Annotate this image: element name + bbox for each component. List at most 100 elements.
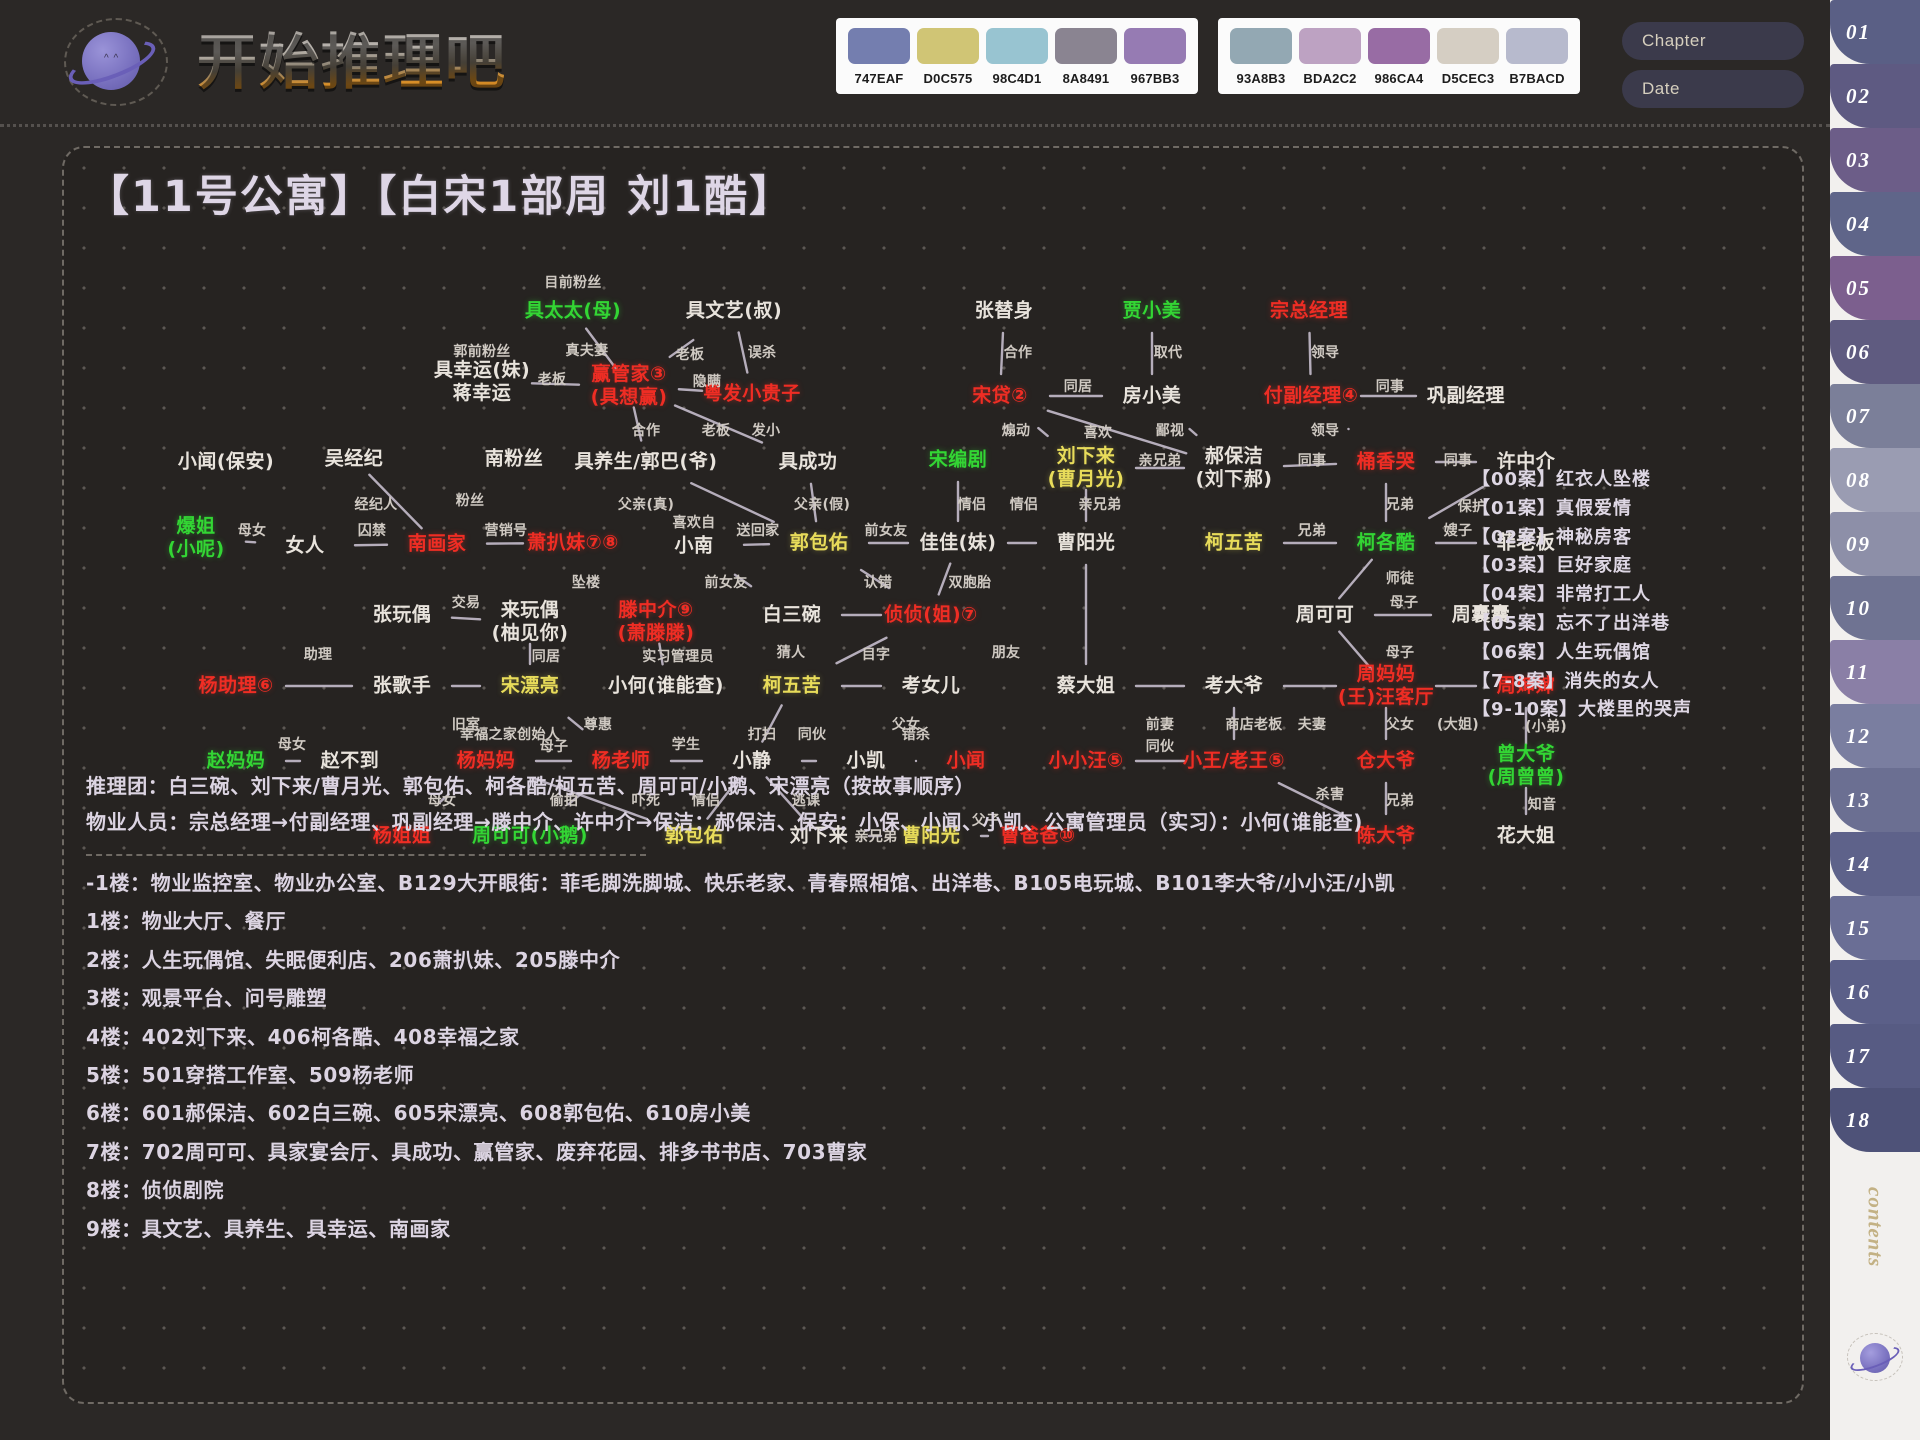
sidebar-tab-03[interactable]: 03	[1830, 128, 1920, 192]
graph-node[interactable]: 房小美	[1123, 384, 1182, 407]
graph-node[interactable]: 具文艺(叔)	[686, 299, 782, 322]
graph-node[interactable]: 柯五苦	[1205, 531, 1264, 554]
graph-node[interactable]: 曹阳光	[1057, 531, 1116, 554]
graph-node-label: 仓大爷	[1356, 749, 1416, 772]
graph-edge-label: 领导	[1310, 345, 1340, 361]
color-swatch[interactable]: 8A8491	[1055, 28, 1117, 86]
sidebar-tab-06[interactable]: 06	[1830, 320, 1920, 384]
graph-node[interactable]: 小闻(保安)	[178, 450, 274, 473]
graph-node[interactable]: 白三碗	[763, 603, 822, 626]
graph-edge-label: 父女	[1385, 717, 1415, 733]
color-swatch[interactable]: D5CEC3	[1437, 28, 1499, 86]
graph-node[interactable]: 具养生/郭巴(爷)	[575, 450, 718, 473]
graph-node-label: 具太太(母)	[524, 299, 622, 322]
graph-node[interactable]: 宗总经理	[1270, 299, 1348, 322]
graph-node[interactable]: 考女儿	[902, 674, 961, 697]
graph-node[interactable]: 滕中介⑨ (萧滕滕)	[618, 599, 695, 645]
graph-edge-label: 营销号	[484, 523, 528, 539]
graph-node[interactable]: 贾小美	[1123, 299, 1182, 322]
sidebar-tab-18[interactable]: 18	[1830, 1088, 1920, 1152]
graph-node-label: 刘下来	[1056, 444, 1116, 467]
sidebar-tab-16[interactable]: 16	[1830, 960, 1920, 1024]
graph-node[interactable]: 宋贷②	[972, 384, 1028, 407]
graph-node[interactable]: 蔡大姐	[1057, 674, 1116, 697]
graph-node[interactable]: 佳佳(妹)	[920, 531, 997, 554]
graph-node[interactable]: 柯各酷	[1357, 531, 1416, 554]
graph-node[interactable]: 萧扒妹⑦⑧	[527, 531, 619, 554]
sidebar-contents-tab[interactable]: contents	[1830, 1152, 1920, 1302]
graph-edge-label: 尊惠	[583, 717, 613, 733]
sidebar-tab-02[interactable]: 02	[1830, 64, 1920, 128]
chapter-field[interactable]: Chapter	[1622, 22, 1804, 60]
graph-node[interactable]: 周可可	[1296, 603, 1355, 626]
sidebar-tab-07[interactable]: 07	[1830, 384, 1920, 448]
team-notes: 推理团：白三碗、刘下来/曹月光、郭包佑、柯各酷/柯五苦、周可可/小鹅、宋漂亮（按…	[86, 768, 1363, 840]
graph-node[interactable]: 女人	[285, 534, 324, 557]
graph-node[interactable]: 小何(谁能查)	[608, 674, 724, 697]
sidebar-tab-01[interactable]: 01	[1830, 0, 1920, 64]
graph-node[interactable]: 柯五苦	[763, 674, 822, 697]
graph-edge-label: 发小	[751, 423, 781, 439]
sidebar-tab-05[interactable]: 05	[1830, 256, 1920, 320]
graph-node-label: 侦侦(姐)⑦	[884, 603, 978, 626]
graph-node-label: 蔡大姐	[1056, 674, 1116, 697]
graph-node[interactable]: 宋漂亮	[501, 674, 560, 697]
sidebar-tab-08[interactable]: 08	[1830, 448, 1920, 512]
graph-node[interactable]: 付副经理④	[1264, 384, 1359, 407]
graph-node[interactable]: 刘下来 (曹月光)	[1048, 445, 1125, 491]
graph-node[interactable]: 赢管家③ (具想赢)	[591, 363, 668, 409]
sidebar-tab-09[interactable]: 09	[1830, 512, 1920, 576]
color-swatch[interactable]: BDA2C2	[1299, 28, 1361, 86]
graph-node[interactable]: 张玩偶	[373, 603, 432, 626]
graph-node[interactable]: 吴经纪	[325, 447, 384, 470]
color-swatch[interactable]: 747EAF	[848, 28, 910, 86]
graph-node[interactable]: 郝保洁 (刘下郝)	[1196, 445, 1273, 491]
graph-node-label: 宋贷②	[972, 384, 1028, 407]
graph-node[interactable]: 具幸运(妹) 蒋幸运	[434, 359, 530, 405]
sidebar-tab-04[interactable]: 04	[1830, 192, 1920, 256]
sidebar-tab-17[interactable]: 17	[1830, 1024, 1920, 1088]
graph-edge-label: 幸福之家创始人	[459, 727, 561, 743]
color-swatch[interactable]: B7BACD	[1506, 28, 1568, 86]
graph-edge-label: 同居	[1063, 379, 1093, 395]
graph-node[interactable]: 杨助理⑥	[198, 674, 273, 697]
graph-node[interactable]: 陈大爷	[1357, 824, 1416, 847]
color-swatch[interactable]: 93A8B3	[1230, 28, 1292, 86]
graph-node[interactable]: 桶香哭	[1357, 450, 1416, 473]
graph-node[interactable]: 张歌手	[373, 674, 432, 697]
graph-node[interactable]: 小南	[674, 534, 713, 557]
color-swatch[interactable]: 967BB3	[1124, 28, 1186, 86]
graph-node-label: 付副经理④	[1263, 384, 1359, 407]
graph-node[interactable]: 来玩偶 (柚见你)	[492, 599, 569, 645]
graph-node[interactable]: 爆姐 (小呢)	[167, 515, 224, 561]
graph-node[interactable]: 花大姐	[1497, 824, 1556, 847]
graph-node[interactable]: 宋编剧	[929, 448, 988, 471]
graph-node[interactable]: 南粉丝	[485, 447, 544, 470]
graph-node[interactable]: 侦侦(姐)⑦	[884, 603, 977, 626]
graph-node[interactable]: 具太太(母)	[525, 299, 621, 322]
swatch-hex-label: 967BB3	[1130, 71, 1180, 86]
sidebar-tab-10[interactable]: 10	[1830, 576, 1920, 640]
graph-edge-label: 商店老板	[1225, 717, 1283, 733]
sidebar-tab-13[interactable]: 13	[1830, 768, 1920, 832]
graph-node[interactable]: 具成功	[779, 450, 838, 473]
color-swatch[interactable]: D0C575	[917, 28, 979, 86]
sidebar-tab-12[interactable]: 12	[1830, 704, 1920, 768]
graph-node[interactable]: 曾大爷 (周曾曾)	[1488, 743, 1565, 789]
graph-node[interactable]: 巩副经理	[1427, 384, 1505, 407]
graph-node[interactable]: 张替身	[975, 299, 1034, 322]
color-swatch[interactable]: 98C4D1	[986, 28, 1048, 86]
graph-node[interactable]: 郭包佑	[790, 531, 849, 554]
graph-node[interactable]: 考大爷	[1205, 674, 1264, 697]
graph-node[interactable]: 周妈妈 (王)汪客厅	[1338, 663, 1434, 709]
graph-node-label: 郭包佑	[789, 531, 849, 554]
date-field[interactable]: Date	[1622, 70, 1804, 108]
graph-node[interactable]: 仓大爷	[1357, 749, 1416, 772]
color-swatch[interactable]: 986CA4	[1368, 28, 1430, 86]
graph-node-label: 小南	[674, 534, 714, 557]
sidebar-tab-14[interactable]: 14	[1830, 832, 1920, 896]
sidebar-tab-15[interactable]: 15	[1830, 896, 1920, 960]
graph-node[interactable]: 南画家	[408, 532, 467, 555]
graph-edge-label: 前女友	[704, 575, 748, 591]
sidebar-tab-11[interactable]: 11	[1830, 640, 1920, 704]
